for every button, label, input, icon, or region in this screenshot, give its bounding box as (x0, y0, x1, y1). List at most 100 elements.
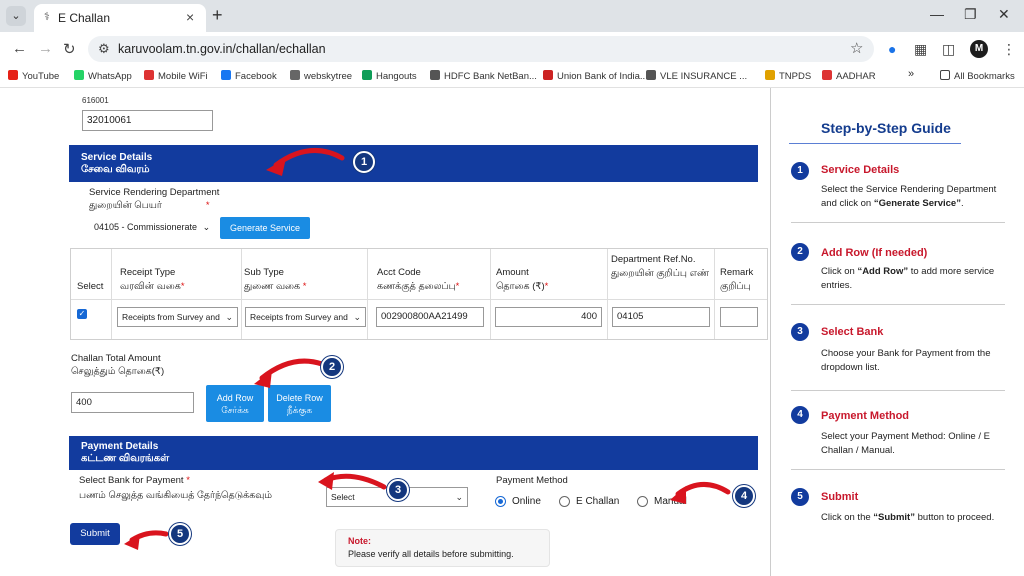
step-badge-5: 5 (169, 523, 191, 545)
bank-label-ta: பணம் செலுத்த வங்கியைத் தேர்ந்தெடுக்கவும் (79, 490, 273, 501)
col-dept-ref-ta: துறையின் குறிப்பு எண் (611, 268, 710, 279)
receipt-type-select[interactable]: Receipts from Survey and ⌄ (117, 307, 238, 327)
bookmark-item[interactable]: AADHAR (822, 70, 876, 82)
back-icon[interactable]: ← (12, 40, 27, 57)
all-bookmarks-button[interactable]: All Bookmarks (940, 70, 1015, 82)
treasury-code-input[interactable]: 32010061 (82, 110, 213, 131)
guide-step-1-title: Service Details (821, 164, 900, 176)
forward-icon[interactable]: → (38, 40, 53, 57)
col-acct-code-ta: கணக்குத் தலைப்பு* (377, 281, 460, 292)
radio-online-label: Online (512, 496, 541, 507)
bookmark-item[interactable]: Mobile WiFi (144, 70, 208, 82)
sub-type-select[interactable]: Receipts from Survey and ⌄ (245, 307, 366, 327)
extension-icon[interactable]: ● (888, 41, 896, 57)
side-panel-icon[interactable]: ◫ (942, 41, 955, 58)
bookmark-item[interactable]: Hangouts (362, 70, 417, 82)
delete-row-button[interactable]: Delete Row நீக்குக (268, 385, 331, 422)
arrow-3-icon (323, 473, 387, 490)
bookmark-item[interactable]: VLE INSURANCE ... (646, 70, 747, 82)
bookmark-item[interactable]: WhatsApp (74, 70, 132, 82)
bank-label: Select Bank for Payment * (79, 475, 190, 486)
bookmark-label: HDFC Bank NetBan... (444, 71, 537, 82)
col-remark-ta: குறிப்பு (720, 281, 751, 292)
service-details-header: Service Details சேவை விவரம் (69, 145, 758, 182)
restore-icon[interactable]: ❐ (964, 6, 977, 23)
bookmark-favicon-icon (74, 70, 84, 80)
bookmark-item[interactable]: HDFC Bank NetBan... (430, 70, 537, 82)
bookmark-label: Union Bank of India... (557, 71, 648, 82)
challan-total-input[interactable]: 400 (71, 392, 194, 413)
bookmark-item[interactable]: TNPDS (765, 70, 811, 82)
close-tab-icon[interactable]: × (186, 9, 194, 25)
profile-avatar[interactable]: M (970, 40, 988, 58)
address-bar[interactable]: ⚙ karuvoolam.tn.gov.in/challan/echallan … (88, 36, 874, 62)
bookmark-favicon-icon (822, 70, 832, 80)
close-window-icon[interactable]: ✕ (998, 6, 1010, 23)
bookmark-favicon-icon (765, 70, 775, 80)
step-badge-1: 1 (353, 151, 375, 173)
dept-label: Service Rendering Department (89, 187, 220, 198)
bookmark-favicon-icon (144, 70, 154, 80)
url-text: karuvoolam.tn.gov.in/challan/echallan (118, 42, 326, 56)
remark-input[interactable] (720, 307, 758, 327)
row-select-checkbox[interactable]: ✓ (77, 309, 87, 319)
col-dept-ref: Department Ref.No. (611, 254, 696, 265)
radio-online[interactable] (495, 496, 506, 507)
submit-button[interactable]: Submit (70, 523, 120, 545)
dept-label-ta: துறையின் பெயர் * (89, 200, 210, 211)
col-receipt-type-ta: வரவின் வகை* (120, 281, 185, 292)
tab-title: E Challan (58, 11, 111, 25)
bookmark-favicon-icon (543, 70, 553, 80)
reload-icon[interactable]: ↻ (63, 40, 76, 58)
bookmark-item[interactable]: Facebook (221, 70, 277, 82)
bookmark-item[interactable]: YouTube (8, 70, 59, 82)
new-tab-button[interactable]: + (212, 5, 223, 26)
guide-step-1-num: 1 (791, 162, 809, 180)
tab-favicon-icon: ⚕ (44, 11, 50, 23)
payment-method-label: Payment Method (496, 475, 568, 486)
bookmark-favicon-icon (362, 70, 372, 80)
site-info-icon[interactable]: ⚙ (98, 41, 110, 57)
guide-step-3-desc: Choose your Bank for Payment from the dr… (821, 348, 991, 373)
browser-toolbar: ← → ↻ ⚙ karuvoolam.tn.gov.in/challan/ech… (0, 32, 1024, 66)
minimize-icon[interactable]: — (930, 6, 944, 22)
tab-search-button[interactable]: ⌄ (6, 6, 26, 26)
bookmark-item[interactable]: Union Bank of India... (543, 70, 648, 82)
dept-ref-input[interactable]: 04105 (612, 307, 710, 327)
guide-step-3-title: Select Bank (821, 326, 884, 338)
payment-details-header: Payment Details கட்டண விவரங்கள் (69, 436, 758, 470)
more-bookmarks-icon[interactable]: » (908, 68, 914, 80)
chevron-down-icon: ⌄ (202, 222, 211, 232)
acct-code-input[interactable]: 002900800AA21499 (376, 307, 484, 327)
payment-details-title: Payment Details (81, 441, 159, 452)
browser-tab[interactable]: ⚕ E Challan × (34, 4, 206, 32)
guide-step-4-desc: Select your Payment Method: Online / E C… (821, 431, 990, 456)
amount-input[interactable]: 400 (495, 307, 602, 327)
guide-step-4-num: 4 (791, 406, 809, 424)
chevron-down-icon: ⌄ (225, 312, 233, 322)
col-sub-type: Sub Type (244, 267, 284, 278)
step-badge-4: 4 (733, 485, 755, 507)
guide-step-3-num: 3 (791, 323, 809, 341)
add-row-button[interactable]: Add Row சேர்க்க (206, 385, 264, 422)
delete-row-label-ta: நீக்குக (286, 405, 313, 415)
generate-service-button[interactable]: Generate Service (220, 217, 310, 239)
guide-step-5-desc: Click on the “Submit” button to proceed. (821, 512, 995, 523)
menu-kebab-icon[interactable]: ⋮ (1002, 41, 1016, 58)
dept-select[interactable]: 04105 - Commissionerate ⌄ (94, 222, 210, 233)
bookmark-label: AADHAR (836, 71, 876, 82)
radio-manual[interactable] (637, 496, 648, 507)
col-select: Select (77, 281, 104, 292)
add-row-label-ta: சேர்க்க (221, 405, 249, 415)
service-details-title-ta: சேவை விவரம் (81, 164, 150, 175)
challan-total-label: Challan Total Amount (71, 353, 161, 364)
radio-echallan[interactable] (559, 496, 570, 507)
extensions-puzzle-icon[interactable]: ▦ (914, 41, 927, 58)
bookmark-item[interactable]: webskytree (290, 70, 352, 82)
guide-title: Step-by-Step Guide (821, 120, 951, 136)
browser-tab-bar: ⌄ ⚕ E Challan × + — ❐ ✕ (0, 0, 1024, 32)
guide-step-5-title: Submit (821, 491, 859, 503)
note-box: Note: Please verify all details before s… (335, 529, 550, 567)
bookmark-star-icon[interactable]: ☆ (850, 39, 863, 57)
bookmark-label: Hangouts (376, 71, 417, 82)
